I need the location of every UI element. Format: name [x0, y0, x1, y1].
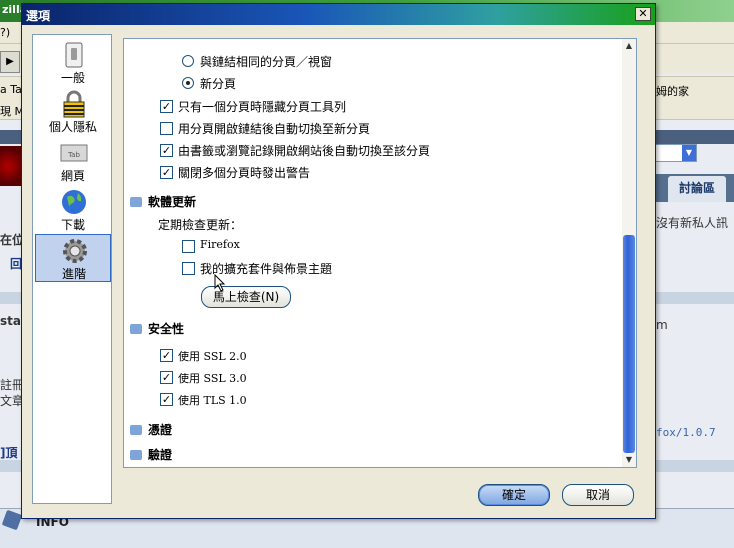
- dialog-title: 選項: [26, 9, 51, 23]
- left-fragment-6[interactable]: ]頂: [0, 444, 18, 461]
- close-icon[interactable]: ✕: [635, 7, 651, 21]
- site-logo: [0, 146, 22, 186]
- options-dialog: 選項 ✕ 一般 個人隱私 Tab 網頁 下載 進階 與鏈結相同的分頁／視窗 新分…: [21, 3, 656, 519]
- checkbox-label: 使用 TLS 1.0: [178, 394, 247, 407]
- content-scrollbar[interactable]: ▲ ▼: [622, 39, 636, 467]
- checkbox-update-extensions[interactable]: [182, 262, 195, 275]
- advanced-options-pane: 與鏈結相同的分頁／視窗 新分頁 ✓ 只有一個分頁時隱藏分頁工具列 用分頁開啟鏈結…: [123, 38, 637, 468]
- section-expander-icon[interactable]: [130, 324, 142, 334]
- cancel-button[interactable]: 取消: [562, 484, 634, 506]
- sidebar-item-downloads[interactable]: 下載: [35, 186, 111, 234]
- radio-new-tab-label: 新分頁: [200, 77, 237, 91]
- checkbox-hide-tabbar[interactable]: ✓: [160, 100, 173, 113]
- checkbox-label: 使用 SSL 3.0: [178, 372, 247, 385]
- checkbox-update-firefox[interactable]: [182, 240, 195, 253]
- right-fragment-1: m: [656, 318, 668, 332]
- ok-button[interactable]: 確定: [478, 484, 550, 506]
- left-fragment-3: sta: [0, 314, 21, 328]
- radio-selected-dot: [186, 81, 190, 85]
- section-expander-icon[interactable]: [130, 450, 142, 460]
- scroll-down-icon[interactable]: ▼: [622, 453, 636, 467]
- sidebar-label: 網頁: [60, 169, 85, 183]
- checkbox-tls1[interactable]: ✓: [160, 393, 173, 406]
- sidebar-item-privacy[interactable]: 個人隱私: [35, 88, 111, 136]
- sidebar-item-tabs[interactable]: Tab 網頁: [35, 137, 111, 185]
- back-button-icon[interactable]: ▶: [0, 51, 20, 73]
- radio-same-window-label: 與鏈結相同的分頁／視窗: [200, 55, 333, 69]
- switch-icon: [65, 42, 83, 68]
- section-title-validation[interactable]: 驗證: [148, 446, 172, 463]
- checkbox-label: 只有一個分頁時隱藏分頁工具列: [178, 100, 347, 114]
- checkbox-label: 使用 SSL 2.0: [178, 350, 247, 363]
- messages-text: 沒有新私人訊: [656, 216, 729, 230]
- radio-same-window[interactable]: [182, 55, 194, 67]
- checkbox-ssl2[interactable]: ✓: [160, 349, 173, 362]
- radio-new-tab[interactable]: [182, 77, 194, 89]
- checkbox-switch-new-tab[interactable]: [160, 122, 173, 135]
- sidebar-label: 下載: [60, 218, 85, 232]
- background-menu-fragment: ?): [0, 26, 11, 39]
- sidebar-item-general[interactable]: 一般: [35, 39, 111, 87]
- bookmark-fragment-1[interactable]: a Ta: [0, 83, 22, 96]
- sidebar-label: 進階: [61, 267, 86, 281]
- checkbox-label: Firefox: [200, 238, 240, 251]
- globe-icon: [62, 190, 86, 214]
- right-fragment-2: fox/1.0.7: [656, 426, 716, 439]
- checkbox-label: 由書籤或瀏覽記錄開啟網站後自動切換至該分頁: [178, 144, 431, 158]
- section-expander-icon[interactable]: [130, 425, 142, 435]
- section-title-security[interactable]: 安全性: [148, 320, 184, 337]
- gear-icon: [63, 239, 87, 263]
- section-title-certificates[interactable]: 憑證: [148, 421, 172, 438]
- section-title-update[interactable]: 軟體更新: [148, 193, 196, 210]
- update-subtitle: 定期檢查更新：: [158, 218, 243, 232]
- scroll-up-icon[interactable]: ▲: [622, 39, 636, 53]
- checkbox-label: 關閉多個分頁時發出警告: [178, 166, 311, 180]
- mouse-pointer-icon: [214, 274, 226, 292]
- tab-icon: Tab: [60, 144, 88, 162]
- checkbox-warn-close-tabs[interactable]: ✓: [160, 166, 173, 179]
- sidebar-label: 個人隱私: [48, 120, 97, 134]
- scrollbar-thumb[interactable]: [623, 235, 635, 453]
- tab-forum[interactable]: 討論區: [668, 176, 726, 202]
- sidebar-label: 一般: [60, 71, 85, 85]
- chevron-down-icon[interactable]: ▼: [682, 145, 696, 161]
- svg-text:Tab: Tab: [67, 151, 80, 159]
- checkbox-label: 用分頁開啟鏈結後自動切換至新分頁: [178, 122, 371, 136]
- sidebar-item-advanced[interactable]: 進階: [35, 234, 111, 282]
- options-sidebar: 一般 個人隱私 Tab 網頁 下載 進階: [32, 34, 112, 504]
- dialog-titlebar[interactable]: 選項 ✕: [22, 4, 655, 25]
- section-expander-icon[interactable]: [130, 197, 142, 207]
- background-select[interactable]: ▼: [655, 144, 697, 162]
- bookmark-right[interactable]: 姆的家: [656, 83, 689, 99]
- checkbox-switch-bookmark-tab[interactable]: ✓: [160, 144, 173, 157]
- padlock-icon: [63, 90, 85, 118]
- checkbox-ssl3[interactable]: ✓: [160, 371, 173, 384]
